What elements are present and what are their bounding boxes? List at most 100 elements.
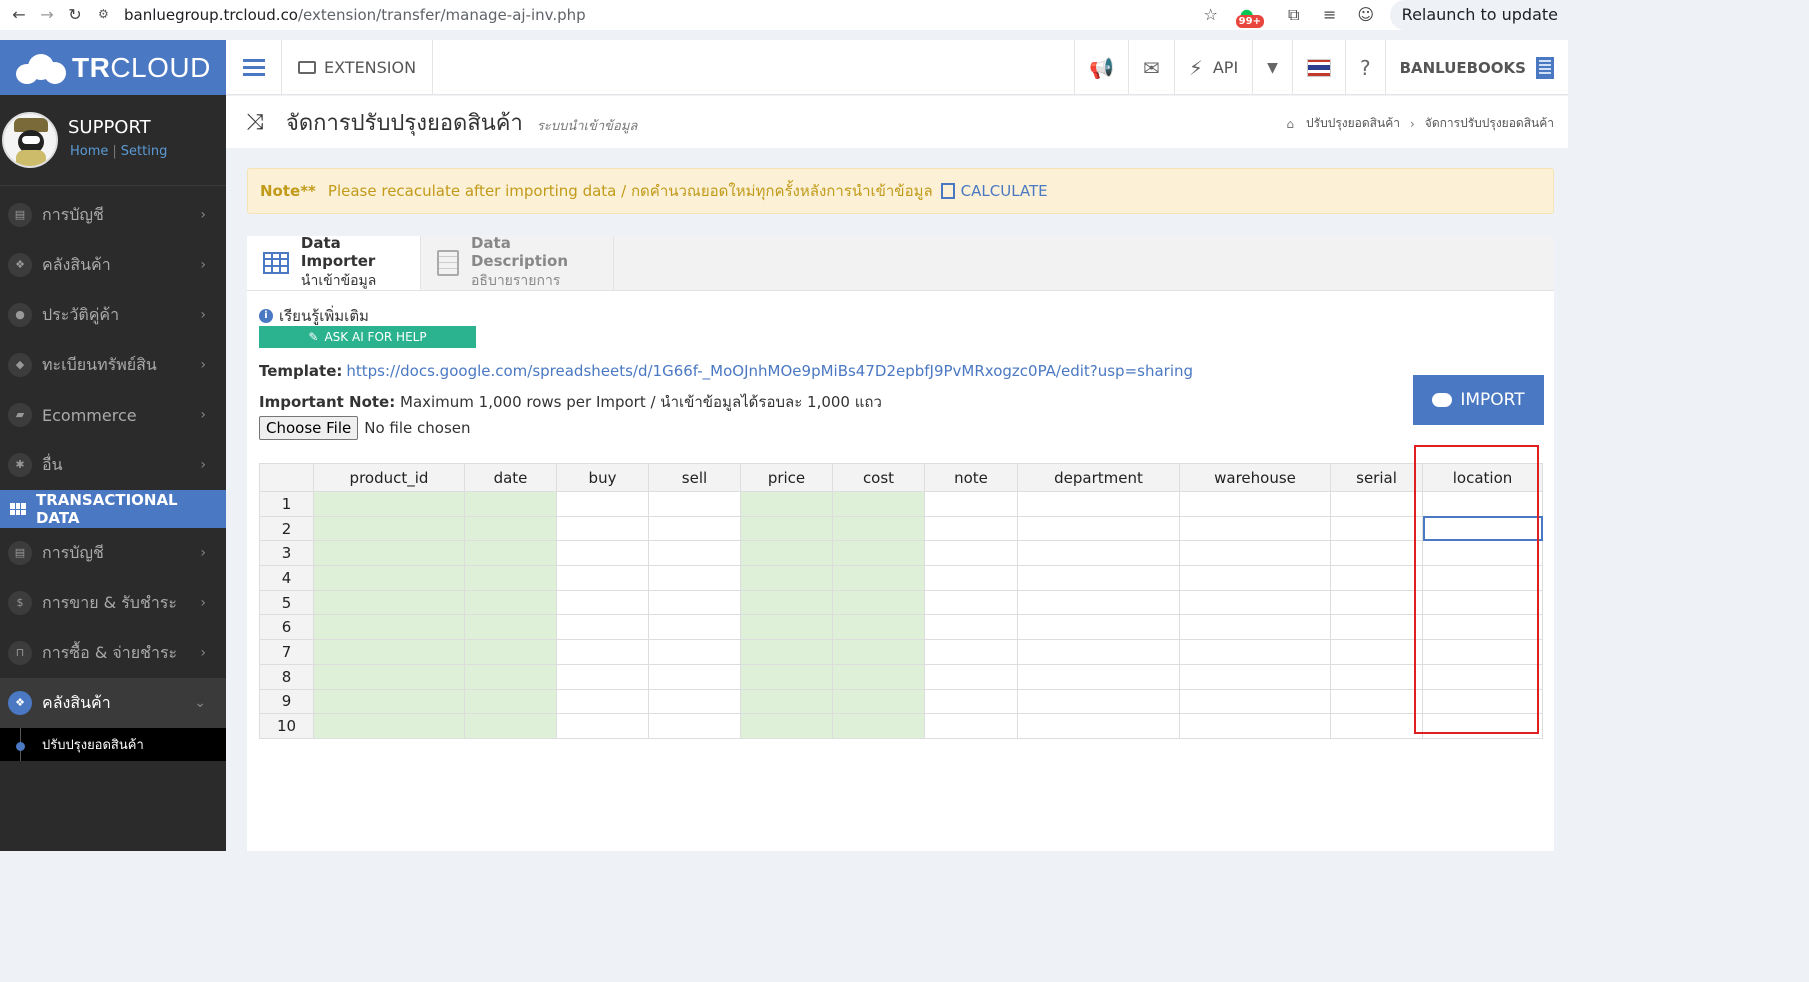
grid-cell[interactable] [1330,565,1423,591]
grid-cell[interactable] [832,565,925,591]
back-icon[interactable]: ← [10,6,28,24]
grid-cell[interactable] [1179,713,1331,739]
row-number[interactable]: 9 [259,688,314,715]
grid-cell[interactable] [1422,663,1543,690]
grid-cell[interactable] [1017,589,1180,616]
grid-cell[interactable] [740,491,833,517]
sidebar-item-contacts[interactable]: ● ประวัติคู่ค้า › [0,290,226,340]
grid-cell[interactable] [740,713,833,739]
template-link[interactable]: https://docs.google.com/spreadsheets/d/1… [346,362,1193,380]
mail-button[interactable]: ✉ [1128,40,1174,95]
avatar[interactable] [2,112,58,168]
grid-cell[interactable] [313,589,465,616]
grid-cell[interactable] [1330,614,1423,641]
grid-cell[interactable] [556,614,649,641]
forward-icon[interactable]: → [38,6,56,24]
sidebar-subitem-stock-adjust[interactable]: ปรับปรุงยอดสินค้า [0,728,226,761]
grid-cell[interactable] [1179,540,1331,567]
grid-cell[interactable] [1330,688,1423,715]
grid-cell[interactable] [648,491,741,517]
grid-cell[interactable] [924,614,1018,641]
grid-cell[interactable] [1422,713,1543,739]
grid-cell[interactable] [556,663,649,690]
grid-cell[interactable] [832,515,925,542]
grid-cell[interactable] [313,663,465,690]
grid-cell[interactable] [556,515,649,542]
ask-ai-button[interactable]: ✎ ASK AI FOR HELP [259,326,476,348]
grid-cell[interactable] [464,565,557,591]
grid-cell[interactable] [924,491,1018,517]
column-header[interactable]: location [1422,463,1543,492]
grid-cell[interactable] [313,515,465,542]
grid-cell[interactable] [832,491,925,517]
grid-cell[interactable] [1179,589,1331,616]
row-number[interactable]: 6 [259,614,314,641]
grid-cell[interactable] [924,713,1018,739]
grid-cell[interactable] [1179,515,1331,542]
grid-cell[interactable] [313,639,465,665]
column-header[interactable]: department [1017,463,1180,492]
grid-cell[interactable] [464,688,557,715]
grid-cell[interactable] [1330,663,1423,690]
row-number[interactable]: 8 [259,663,314,690]
grid-cell[interactable] [832,713,925,739]
relaunch-button[interactable]: Relaunch to update [1389,0,1568,30]
grid-cell[interactable] [313,614,465,641]
grid-cell[interactable] [1330,639,1423,665]
grid-cell[interactable] [556,491,649,517]
grid-cell[interactable] [1017,688,1180,715]
column-header[interactable]: buy [556,463,649,492]
grid-cell[interactable] [313,688,465,715]
section-transactional-data[interactable]: TRANSACTIONAL DATA [0,490,226,528]
tab-data-importer[interactable]: Data Importer นำเข้าข้อมูล [247,234,421,290]
sidebar-item-inventory[interactable]: ❖ คลังสินค้า › [0,240,226,290]
column-header[interactable]: note [924,463,1018,492]
setting-link[interactable]: Setting [121,144,168,159]
logo[interactable]: TRCLOUD [0,40,226,95]
grid-cell[interactable] [648,639,741,665]
sidebar-item-assets[interactable]: ◆ ทะเบียนทรัพย์สิน › [0,340,226,390]
grid-cell[interactable] [313,565,465,591]
grid-cell[interactable] [464,515,557,542]
address-bar[interactable]: ⚙ banluegroup.trcloud.co/extension/trans… [98,1,586,29]
grid-cell[interactable] [1179,565,1331,591]
api-button[interactable]: ⚡ API [1173,40,1252,95]
grid-cell[interactable] [1330,540,1423,567]
sidebar-item-sales[interactable]: $ การขาย & รับชำระ › [0,578,226,628]
grid-cell[interactable] [740,565,833,591]
grid-cell[interactable] [1017,515,1180,542]
grid-cell[interactable] [1330,515,1423,542]
sidebar-item-ecommerce[interactable]: ▰ Ecommerce › [0,390,226,440]
column-header[interactable]: product_id [313,463,465,492]
sidebar-item-purchases[interactable]: ⊓ การซื้อ & จ่ายชำระ › [0,628,226,678]
grid-cell[interactable] [556,688,649,715]
grid-cell[interactable] [1017,663,1180,690]
grid-cell[interactable] [1017,540,1180,567]
sidebar-item-trans-accounting[interactable]: ▤ การบัญชี › [0,528,226,578]
tab-data-description[interactable]: Data Description อธิบายรายการ [421,234,614,290]
language-switcher[interactable] [1291,40,1345,95]
column-header[interactable]: sell [648,463,741,492]
grid-cell[interactable] [1330,491,1423,517]
grid-cell[interactable] [313,540,465,567]
grid-cell[interactable] [1422,540,1543,567]
grid-cell[interactable] [1422,565,1543,591]
grid-cell[interactable] [648,663,741,690]
sidebar-item-trans-inventory[interactable]: ❖ คลังสินค้า ⌄ [0,678,226,728]
column-header[interactable]: date [464,463,557,492]
grid-cell[interactable] [648,540,741,567]
announcement-button[interactable]: 📢 [1074,40,1128,95]
row-number[interactable]: 2 [259,515,314,542]
row-number[interactable]: 1 [259,491,314,517]
grid-cell[interactable] [832,589,925,616]
grid-cell[interactable] [464,540,557,567]
grid-cell[interactable] [740,515,833,542]
grid-corner-header[interactable] [259,463,314,492]
grid-cell[interactable] [1330,589,1423,616]
menu-toggle-icon[interactable] [226,39,282,95]
column-header[interactable]: price [740,463,833,492]
grid-cell[interactable] [924,688,1018,715]
grid-cell[interactable] [740,589,833,616]
grid-cell[interactable] [1179,639,1331,665]
grid-cell[interactable] [1179,491,1331,517]
